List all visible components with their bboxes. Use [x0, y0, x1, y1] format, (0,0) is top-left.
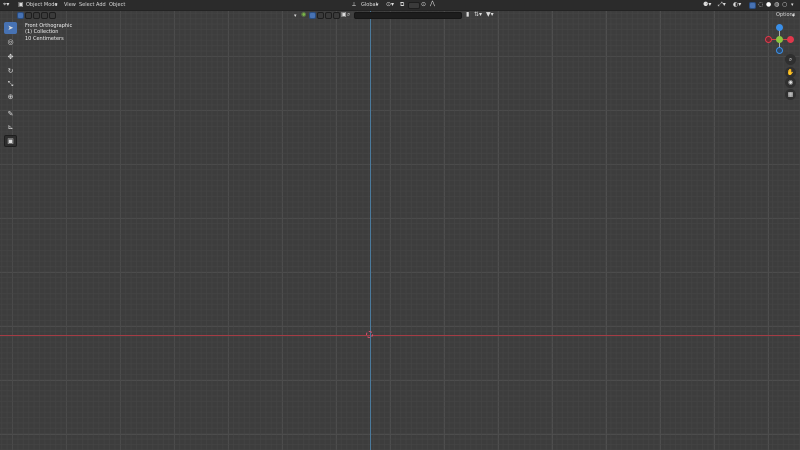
bookmark-icon[interactable]: ▮ [466, 12, 469, 18]
3d-cursor-icon[interactable] [366, 331, 373, 338]
editor-type-icon[interactable]: ⌖▾ [3, 2, 9, 8]
viewport-info: Front Orthographic (1) Collection 10 Cen… [25, 23, 72, 42]
transform-orientation-dropdown[interactable]: Global [361, 2, 377, 8]
zoom-icon[interactable]: ⌕ [785, 54, 796, 65]
z-axis-line [370, 0, 371, 450]
gizmo-y-icon[interactable] [776, 36, 783, 43]
overlays-icon[interactable]: ◐▾ [733, 2, 741, 8]
x-axis-line [0, 335, 800, 336]
scene-icon: ◉ [301, 11, 307, 18]
chevron-down-icon: ▾ [55, 2, 58, 8]
chevron-down-icon[interactable]: ▾ [791, 2, 794, 8]
xray-toggle-button[interactable] [749, 2, 756, 9]
measure-icon[interactable]: ⊾ [4, 121, 17, 133]
chevron-down-icon: ▾ [376, 2, 379, 8]
filter-camera-button[interactable] [325, 12, 332, 19]
mode-dropdown[interactable]: Object Mode [26, 2, 58, 8]
transform-orientation-icon: ⟂ [352, 1, 357, 8]
scale-icon[interactable]: ⤡ [4, 78, 17, 90]
funnel-icon[interactable]: ▼▾ [486, 12, 494, 18]
falloff-icon[interactable]: ⋀ [430, 1, 435, 7]
gizmo-z-negative-icon[interactable] [776, 47, 783, 54]
transform-icon[interactable]: ⊕ [4, 91, 17, 103]
snap-target-button[interactable] [408, 2, 420, 9]
filter-mesh-button[interactable] [317, 12, 324, 19]
gizmo-x-negative-icon[interactable] [765, 36, 772, 43]
snap-icon[interactable]: ⧉ [400, 2, 404, 8]
gizmo-x-positive-icon[interactable] [787, 36, 794, 43]
material-shading-icon[interactable]: ◍ [774, 2, 779, 8]
select-mode-invert-button[interactable] [41, 12, 48, 19]
menu-add[interactable]: Add [96, 2, 106, 8]
wireframe-shading-icon[interactable]: ◌ [758, 2, 763, 8]
navigation-gizmo[interactable] [763, 23, 797, 57]
chevron-down-icon[interactable]: ▾ [294, 13, 297, 19]
visibility-icon[interactable]: ⚈▾ [703, 2, 711, 8]
3d-viewport[interactable] [0, 0, 800, 450]
add-cube-icon[interactable]: ▣ [4, 135, 17, 147]
filter-toggle-button[interactable] [309, 12, 316, 19]
rotate-icon[interactable]: ↻ [4, 65, 17, 77]
rendered-shading-icon[interactable]: ○ [782, 2, 787, 8]
menu-view[interactable]: View [64, 2, 76, 8]
filter-icon[interactable]: ▣ [341, 12, 347, 18]
grid-scale: 10 Centimeters [25, 35, 64, 42]
select-mode-intersect-button[interactable] [49, 12, 56, 19]
sort-icon[interactable]: ⇅▾ [474, 12, 482, 18]
pivot-point-icon[interactable]: ⊙▾ [386, 2, 394, 8]
camera-view-icon[interactable]: ◉ [785, 77, 796, 88]
viewport-header: ⌖▾ ▣ Object Mode ▾ View Select Add Objec… [0, 0, 800, 11]
object-mode-icon: ▣ [18, 1, 24, 8]
grid-toggle-icon[interactable]: ▦ [785, 89, 796, 100]
menu-object[interactable]: Object [109, 2, 125, 8]
menu-select[interactable]: Select [79, 2, 94, 8]
move-icon[interactable]: ✥ [4, 51, 17, 63]
cursor-icon[interactable]: ◎ [4, 36, 17, 48]
annotate-icon[interactable]: ✎ [4, 108, 17, 120]
select-mode-extend-button[interactable] [25, 12, 32, 19]
select-mode-subtract-button[interactable] [33, 12, 40, 19]
gizmo-z-positive-icon[interactable] [776, 24, 783, 31]
select-box-icon[interactable]: ➤ [4, 22, 17, 34]
gizmo-toggle-icon[interactable]: ⤢▾ [718, 2, 726, 8]
search-input[interactable] [354, 12, 462, 19]
filter-light-button[interactable] [333, 12, 340, 19]
chevron-down-icon[interactable]: ▾ [792, 13, 795, 19]
search-icon: ⌕ [347, 11, 351, 18]
select-mode-new-button[interactable] [17, 12, 24, 19]
proportional-editing-icon[interactable]: ⊙ [421, 2, 426, 8]
solid-shading-icon[interactable]: ● [766, 2, 771, 8]
